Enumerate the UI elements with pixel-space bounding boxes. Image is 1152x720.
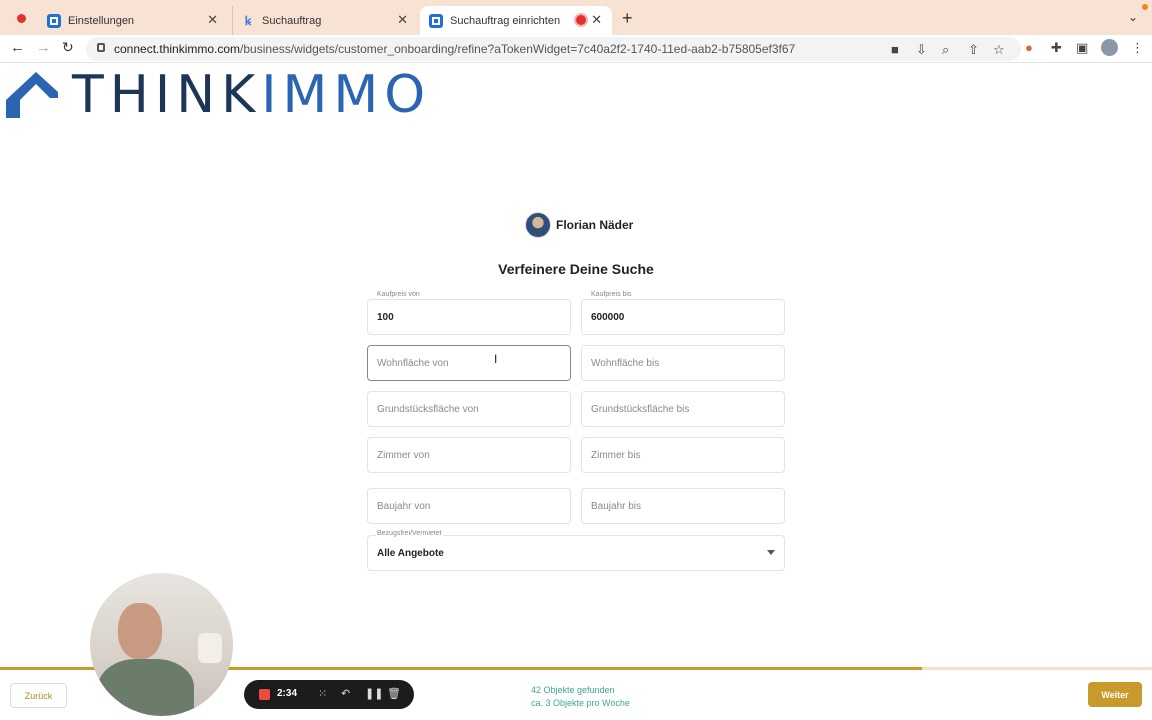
url-text: connect.thinkimmo.com/business/widgets/c… — [114, 42, 796, 56]
presenter-head-shape — [118, 603, 162, 659]
thinkimmo-favicon-icon: ꝃ — [244, 13, 252, 28]
puzzle-extensions-icon[interactable]: ✚ — [1051, 40, 1062, 56]
recording-time: 2:34 — [277, 688, 298, 699]
kaufpreis-von-field[interactable]: Kaufpreis von 100 — [367, 291, 571, 335]
site-favicon-icon — [429, 13, 443, 28]
close-tab-icon[interactable]: ✕ — [397, 12, 408, 28]
recording-dot-icon — [17, 14, 26, 23]
stop-recording-icon[interactable] — [259, 689, 270, 700]
tab-title: Suchauftrag — [262, 14, 322, 27]
profile-avatar[interactable] — [1101, 39, 1118, 56]
trash-icon[interactable]: 🗑 — [387, 687, 401, 700]
settings-favicon-icon — [47, 13, 61, 28]
field-placeholder: Grundstücksfläche bis — [591, 404, 690, 415]
camera-icon[interactable]: ■ — [891, 42, 899, 57]
address-bar[interactable]: connect.thinkimmo.com/business/widgets/c… — [86, 37, 1021, 61]
browser-tab-bar: Einstellungen ✕ ꝃ Suchauftrag ✕ Suchauft… — [0, 0, 1152, 35]
side-panel-icon[interactable]: ▣ — [1076, 40, 1088, 56]
browser-toolbar: ← → ↻ connect.thinkimmo.com/business/wid… — [0, 35, 1152, 63]
next-button[interactable]: Weiter — [1088, 682, 1142, 707]
close-tab-icon[interactable]: ✕ — [207, 12, 218, 28]
close-tab-icon[interactable]: ✕ — [591, 12, 602, 28]
recording-controls: 2:34 ⁙ ↶ ❚❚ 🗑 — [244, 680, 414, 709]
zoom-icon[interactable]: ⌕ — [942, 42, 949, 58]
chevron-down-icon[interactable]: ⌄ — [1128, 10, 1138, 24]
field-placeholder: Grundstücksfläche von — [377, 404, 479, 415]
tab-einstellungen[interactable]: Einstellungen ✕ — [40, 6, 228, 35]
presenter-body-shape — [98, 659, 194, 716]
logo-wordmark: THINKIMMO — [72, 65, 432, 125]
tab-title: Suchauftrag einrichten — [450, 14, 561, 27]
field-label: Kaufpreis bis — [590, 291, 633, 298]
results-summary: 42 Objekte gefunden ca. 3 Objekte pro Wo… — [531, 684, 630, 710]
wohnflaeche-von-field[interactable]: Wohnfläche von — [367, 345, 571, 381]
back-arrow-icon[interactable]: ← — [10, 39, 25, 56]
zimmer-bis-field[interactable]: Zimmer bis — [581, 437, 785, 473]
field-placeholder: Wohnfläche von — [377, 358, 449, 369]
tab-suchauftrag[interactable]: ꝃ Suchauftrag ✕ — [232, 6, 418, 35]
baujahr-von-field[interactable]: Baujahr von — [367, 488, 571, 524]
more-menu-icon[interactable]: ⋮ — [1131, 40, 1144, 56]
share-icon[interactable]: ⇧ — [968, 42, 979, 58]
bookmark-star-icon[interactable]: ☆ — [993, 42, 1005, 58]
reload-icon[interactable]: ↻ — [62, 39, 74, 56]
bezug-select[interactable]: Bezugsfrei/Vermietet Alle Angebote — [367, 530, 785, 571]
tab-title: Einstellungen — [68, 14, 135, 27]
wohnflaeche-bis-field[interactable]: Wohnfläche bis — [581, 345, 785, 381]
agent-name: Florian Näder — [556, 218, 634, 232]
field-label: Bezugsfrei/Vermietet — [376, 530, 443, 537]
select-value: Alle Angebote — [377, 548, 444, 559]
field-placeholder: Baujahr von — [377, 501, 431, 512]
new-tab-icon[interactable]: + — [622, 8, 633, 29]
pause-icon[interactable]: ❚❚ — [365, 687, 383, 700]
text-cursor-icon: I — [494, 352, 498, 366]
lock-icon — [97, 43, 105, 52]
forward-arrow-icon[interactable]: → — [36, 39, 51, 56]
back-button[interactable]: Zurück — [10, 683, 67, 708]
logo-mark-icon — [6, 72, 58, 118]
webcam-overlay — [90, 573, 233, 716]
install-icon[interactable]: ⇩ — [916, 42, 927, 58]
results-rate: ca. 3 Objekte pro Woche — [531, 698, 630, 708]
recording-indicator-icon — [576, 15, 586, 25]
agent-profile: Florian Näder — [525, 212, 633, 238]
notification-dot-icon — [1142, 4, 1148, 10]
page-title: Verfeinere Deine Suche — [498, 261, 654, 277]
baujahr-bis-field[interactable]: Baujahr bis — [581, 488, 785, 524]
grid-icon[interactable]: ⁙ — [318, 687, 327, 700]
thinkimmo-logo: THINKIMMO — [4, 67, 431, 123]
zimmer-von-field[interactable]: Zimmer von — [367, 437, 571, 473]
undo-icon[interactable]: ↶ — [341, 687, 350, 700]
field-placeholder: Zimmer bis — [591, 450, 641, 461]
field-placeholder: Zimmer von — [377, 450, 430, 461]
avatar — [525, 212, 551, 238]
dropdown-caret-icon — [767, 550, 775, 555]
kaufpreis-bis-field[interactable]: Kaufpreis bis 600000 — [581, 291, 785, 335]
grundstuecksflaeche-von-field[interactable]: Grundstücksfläche von — [367, 391, 571, 427]
tab-suchauftrag-einrichten[interactable]: Suchauftrag einrichten ✕ — [420, 6, 612, 35]
field-label: Kaufpreis von — [376, 291, 421, 298]
field-value: 600000 — [591, 312, 625, 323]
extension-record-icon[interactable]: ● — [1025, 40, 1033, 55]
grundstuecksflaeche-bis-field[interactable]: Grundstücksfläche bis — [581, 391, 785, 427]
field-placeholder: Wohnfläche bis — [591, 358, 660, 369]
field-value: 100 — [377, 312, 394, 323]
field-placeholder: Baujahr bis — [591, 501, 642, 512]
results-count: 42 Objekte gefunden — [531, 685, 615, 695]
lamp-shape — [198, 633, 222, 663]
